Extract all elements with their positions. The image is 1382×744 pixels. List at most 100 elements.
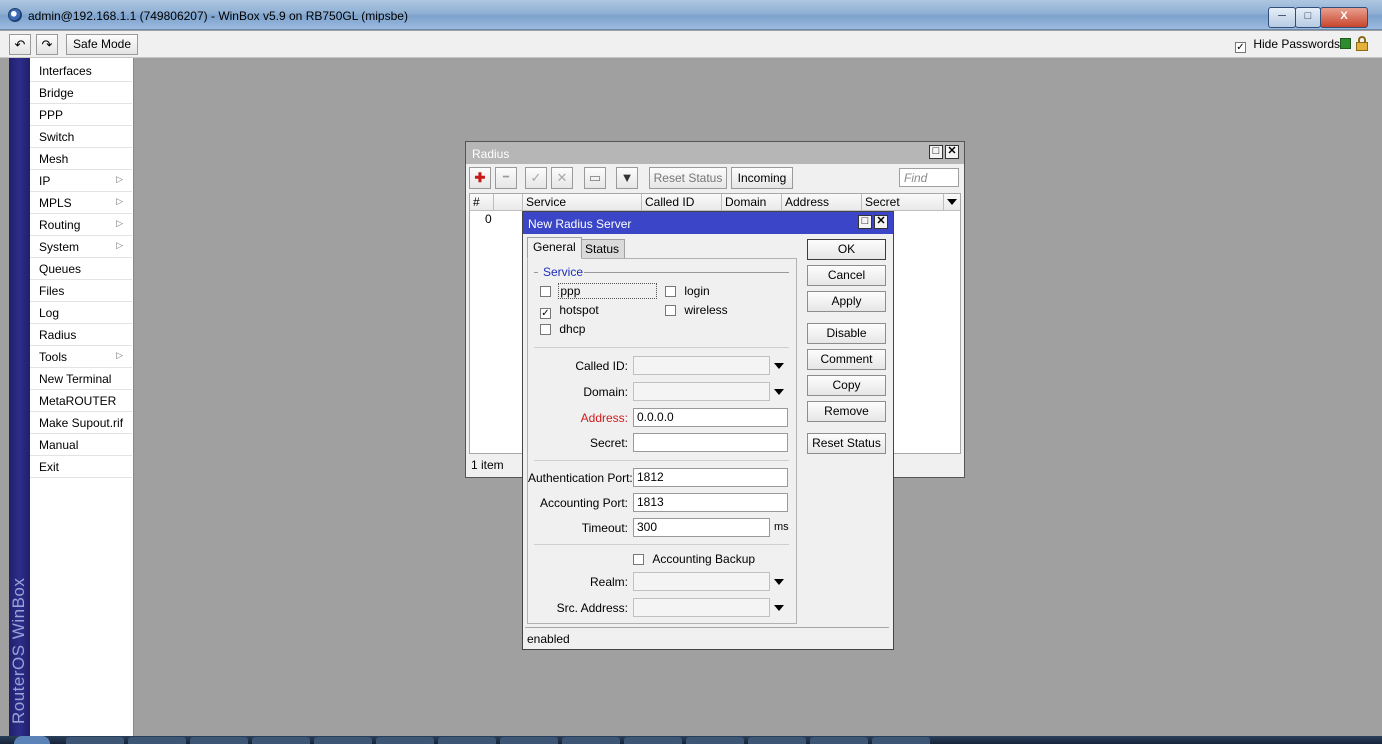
- disable-server-button[interactable]: Disable: [807, 323, 886, 344]
- apply-button[interactable]: Apply: [807, 291, 886, 312]
- column-header-domain[interactable]: Domain: [722, 194, 782, 211]
- filter-button[interactable]: ▼: [616, 167, 638, 189]
- minimize-button[interactable]: ─: [1268, 7, 1296, 28]
- column-header-number[interactable]: #: [470, 194, 494, 211]
- disable-button[interactable]: ✕: [551, 167, 573, 189]
- maximize-button[interactable]: □: [1295, 7, 1321, 28]
- radius-window-titlebar[interactable]: Radius □ ✕: [466, 142, 964, 164]
- taskbar-item[interactable]: [376, 737, 434, 744]
- taskbar-item[interactable]: [872, 737, 930, 744]
- start-button[interactable]: [14, 736, 50, 744]
- hide-passwords-checkbox[interactable]: ✓: [1235, 42, 1246, 53]
- realm-dropdown-icon[interactable]: [774, 579, 784, 585]
- taskbar-item[interactable]: [314, 737, 372, 744]
- column-header-flags[interactable]: [494, 194, 523, 211]
- taskbar-item[interactable]: [66, 737, 124, 744]
- column-header-service[interactable]: Service: [523, 194, 642, 211]
- sidebar-item-queues[interactable]: Queues: [30, 258, 132, 280]
- dhcp-checkbox[interactable]: [540, 324, 551, 335]
- column-chooser-button[interactable]: [944, 194, 960, 211]
- taskbar-item[interactable]: [500, 737, 558, 744]
- taskbar-item[interactable]: [190, 737, 248, 744]
- accounting-backup-option[interactable]: Accounting Backup: [633, 552, 755, 566]
- sidebar-item-files[interactable]: Files: [30, 280, 132, 302]
- cancel-button[interactable]: Cancel: [807, 265, 886, 286]
- sidebar-item-ppp[interactable]: PPP: [30, 104, 132, 126]
- sidebar-item-exit[interactable]: Exit: [30, 456, 132, 478]
- ppp-checkbox[interactable]: [540, 286, 551, 297]
- sidebar-item-new-terminal[interactable]: New Terminal: [30, 368, 132, 390]
- taskbar-item[interactable]: [562, 737, 620, 744]
- taskbar-item[interactable]: [128, 737, 186, 744]
- sidebar-item-mpls[interactable]: MPLS ▷: [30, 192, 132, 214]
- domain-field[interactable]: [633, 382, 770, 401]
- service-login-option[interactable]: login: [665, 284, 710, 298]
- src-address-field[interactable]: [633, 598, 770, 617]
- sidebar-item-manual[interactable]: Manual: [30, 434, 132, 456]
- taskbar-item[interactable]: [624, 737, 682, 744]
- login-checkbox[interactable]: [665, 286, 676, 297]
- redo-button[interactable]: ↷: [36, 34, 58, 55]
- sidebar-item-radius[interactable]: Radius: [30, 324, 132, 346]
- column-header-address[interactable]: Address: [782, 194, 862, 211]
- accounting-port-field[interactable]: 1813: [633, 493, 788, 512]
- sidebar-item-routing[interactable]: Routing ▷: [30, 214, 132, 236]
- remove-button[interactable]: ━: [495, 167, 517, 189]
- dialog-maximize-button[interactable]: □: [858, 215, 872, 229]
- taskbar-item[interactable]: [748, 737, 806, 744]
- service-dhcp-option[interactable]: dhcp: [540, 322, 585, 336]
- copy-button[interactable]: Copy: [807, 375, 886, 396]
- taskbar-item[interactable]: [686, 737, 744, 744]
- enable-button[interactable]: ✓: [525, 167, 547, 189]
- called-id-field[interactable]: [633, 356, 770, 375]
- undo-button[interactable]: ↶: [9, 34, 31, 55]
- radius-close-button[interactable]: ✕: [945, 145, 959, 159]
- sidebar-item-system[interactable]: System ▷: [30, 236, 132, 258]
- hotspot-checkbox[interactable]: ✓: [540, 308, 551, 319]
- remove-server-button[interactable]: Remove: [807, 401, 886, 422]
- tab-general[interactable]: General: [527, 237, 582, 259]
- ok-button[interactable]: OK: [807, 239, 886, 260]
- reset-status-server-button[interactable]: Reset Status: [807, 433, 886, 454]
- column-header-called-id[interactable]: Called ID: [642, 194, 722, 211]
- sidebar-item-metarouter[interactable]: MetaROUTER: [30, 390, 132, 412]
- service-wireless-option[interactable]: wireless: [665, 303, 728, 317]
- timeout-field[interactable]: 300: [633, 518, 770, 537]
- secret-field[interactable]: [633, 433, 788, 452]
- sidebar-item-switch[interactable]: Switch: [30, 126, 132, 148]
- domain-dropdown-icon[interactable]: [774, 389, 784, 395]
- called-id-dropdown-icon[interactable]: [774, 363, 784, 369]
- dialog-close-button[interactable]: ✕: [874, 215, 888, 229]
- realm-field[interactable]: [633, 572, 770, 591]
- dialog-titlebar[interactable]: New Radius Server □ ✕: [523, 212, 893, 234]
- incoming-button[interactable]: Incoming: [731, 167, 793, 189]
- hide-passwords-toggle[interactable]: ✓ Hide Passwords: [1235, 37, 1340, 53]
- comment-button[interactable]: ▭: [584, 167, 606, 189]
- reset-status-button[interactable]: Reset Status: [649, 167, 727, 189]
- taskbar-item[interactable]: [438, 737, 496, 744]
- find-input[interactable]: Find: [899, 168, 959, 187]
- address-field[interactable]: 0.0.0.0: [633, 408, 788, 427]
- tab-status[interactable]: Status: [579, 239, 626, 258]
- service-hotspot-option[interactable]: ✓ hotspot: [540, 303, 599, 319]
- wireless-checkbox[interactable]: [665, 305, 676, 316]
- close-button[interactable]: X: [1320, 7, 1368, 28]
- add-button[interactable]: ✚: [469, 167, 491, 189]
- sidebar-item-tools[interactable]: Tools ▷: [30, 346, 132, 368]
- taskbar-item[interactable]: [810, 737, 868, 744]
- sidebar-item-interfaces[interactable]: Interfaces: [30, 60, 132, 82]
- sidebar-item-log[interactable]: Log: [30, 302, 132, 324]
- authentication-port-field[interactable]: 1812: [633, 468, 788, 487]
- sidebar-item-ip[interactable]: IP ▷: [30, 170, 132, 192]
- taskbar-item[interactable]: [252, 737, 310, 744]
- src-address-dropdown-icon[interactable]: [774, 605, 784, 611]
- column-header-secret[interactable]: Secret: [862, 194, 944, 211]
- sidebar-item-mesh[interactable]: Mesh: [30, 148, 132, 170]
- safe-mode-button[interactable]: Safe Mode: [66, 34, 138, 55]
- radius-maximize-button[interactable]: □: [929, 145, 943, 159]
- sidebar-item-bridge[interactable]: Bridge: [30, 82, 132, 104]
- accounting-backup-checkbox[interactable]: [633, 554, 644, 565]
- sidebar-item-make-supout[interactable]: Make Supout.rif: [30, 412, 132, 434]
- comment-server-button[interactable]: Comment: [807, 349, 886, 370]
- service-ppp-option[interactable]: ppp: [540, 283, 658, 299]
